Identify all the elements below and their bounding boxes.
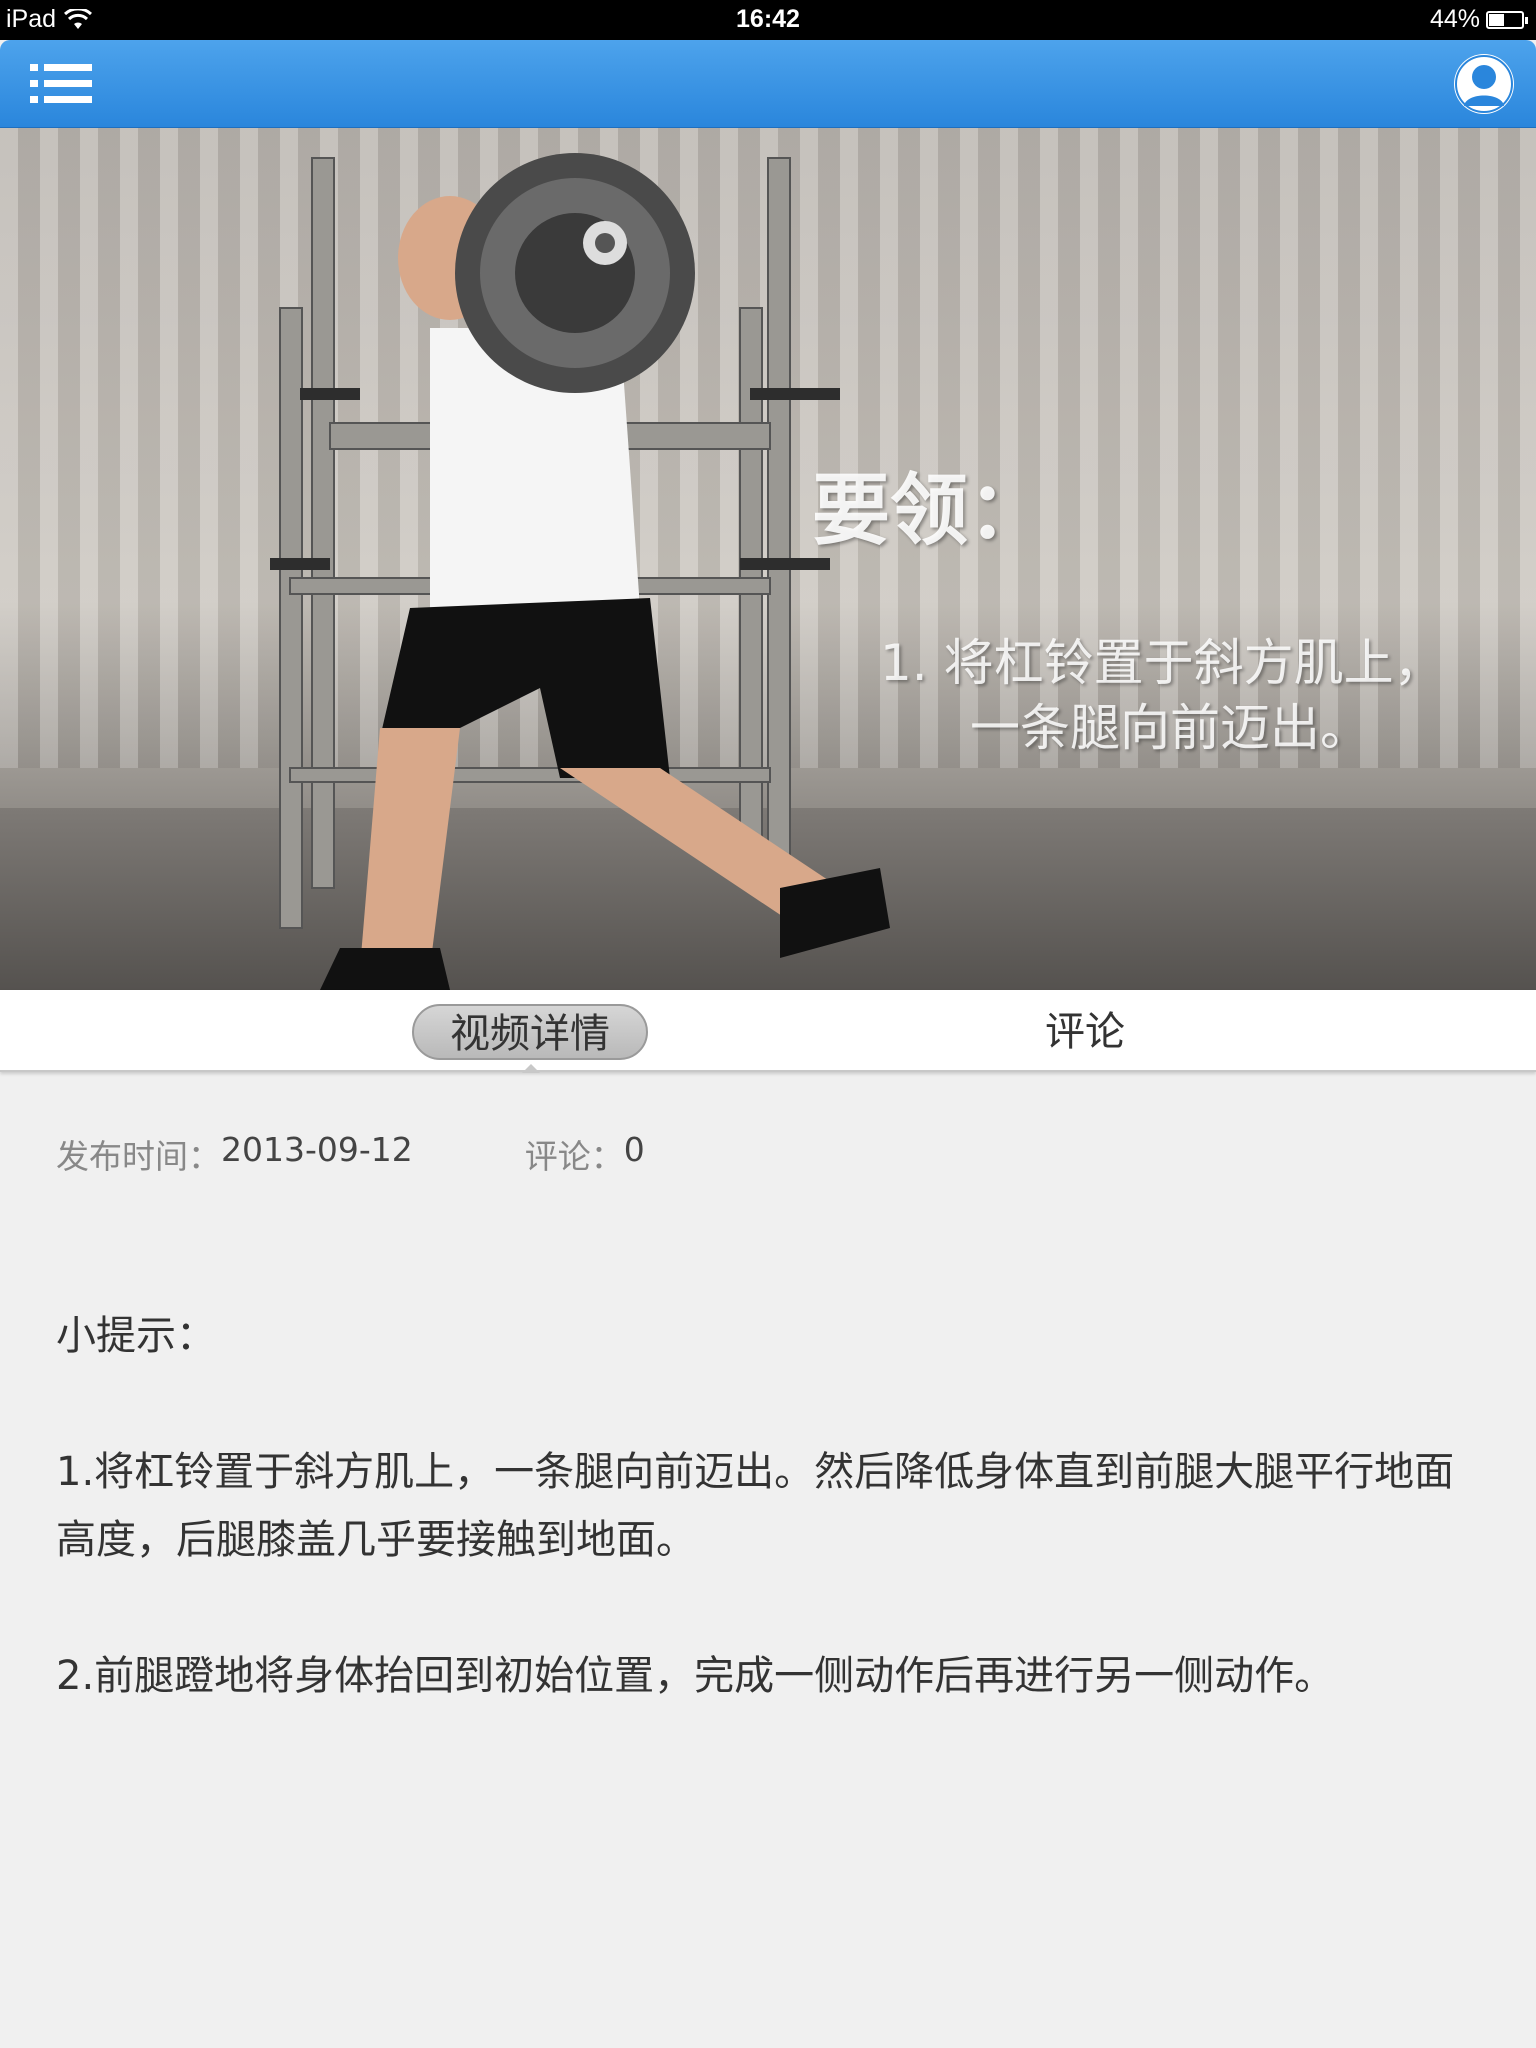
comments-label: 评论： [524,1137,624,1176]
tips-item-2: 2.前腿蹬地将身体抬回到初始位置，完成一侧动作后再进行另一侧动作。 [56,1653,1335,1699]
profile-button[interactable] [1454,54,1514,114]
tips-section: 小提示： 1.将杠铃置于斜方肌上，一条腿向前迈出。然后降低身体直到前腿大腿平行地… [56,1302,1486,1778]
status-bar: iPad 16:42 44% [0,0,1536,40]
status-right: 44% [1429,5,1528,34]
video-overlay-line-2: 一条腿向前迈出。 [970,699,1370,757]
battery-percent: 44% [1429,5,1480,33]
battery-icon [1486,10,1528,29]
comment-count-info: 评论： 0 [525,1130,645,1178]
tips-heading: 小提示： [56,1313,216,1359]
menu-button[interactable] [30,62,92,106]
tab-bar: 视频详情 评论 [0,990,1536,1072]
status-time: 16:42 [736,5,800,33]
user-avatar-icon [1455,55,1513,113]
tab-comments[interactable]: 评论 [1000,1004,1170,1060]
top-nav-bar [0,40,1536,128]
tab-video-details[interactable]: 视频详情 [412,1004,648,1060]
video-frame-illustration [270,153,890,990]
video-overlay-title: 要领： [812,466,1047,556]
publish-label: 发布时间： [56,1137,221,1176]
video-overlay-line-1: 1. 将杠铃置于斜方肌上， [880,634,1444,692]
video-meta: 发布时间： 2013-09-12 评论： 0 [56,1130,645,1178]
list-menu-icon [30,64,92,103]
publish-date: 2013-09-12 [221,1130,413,1169]
tips-item-1: 1.将杠铃置于斜方肌上，一条腿向前迈出。然后降低身体直到前腿大腿平行地面高度，后… [56,1449,1455,1563]
comments-count: 0 [623,1130,645,1169]
active-tab-indicator [522,1064,540,1073]
video-player[interactable]: 要领： 1. 将杠铃置于斜方肌上， 一条腿向前迈出。 [0,128,1536,990]
publish-info: 发布时间： 2013-09-12 [56,1130,413,1178]
